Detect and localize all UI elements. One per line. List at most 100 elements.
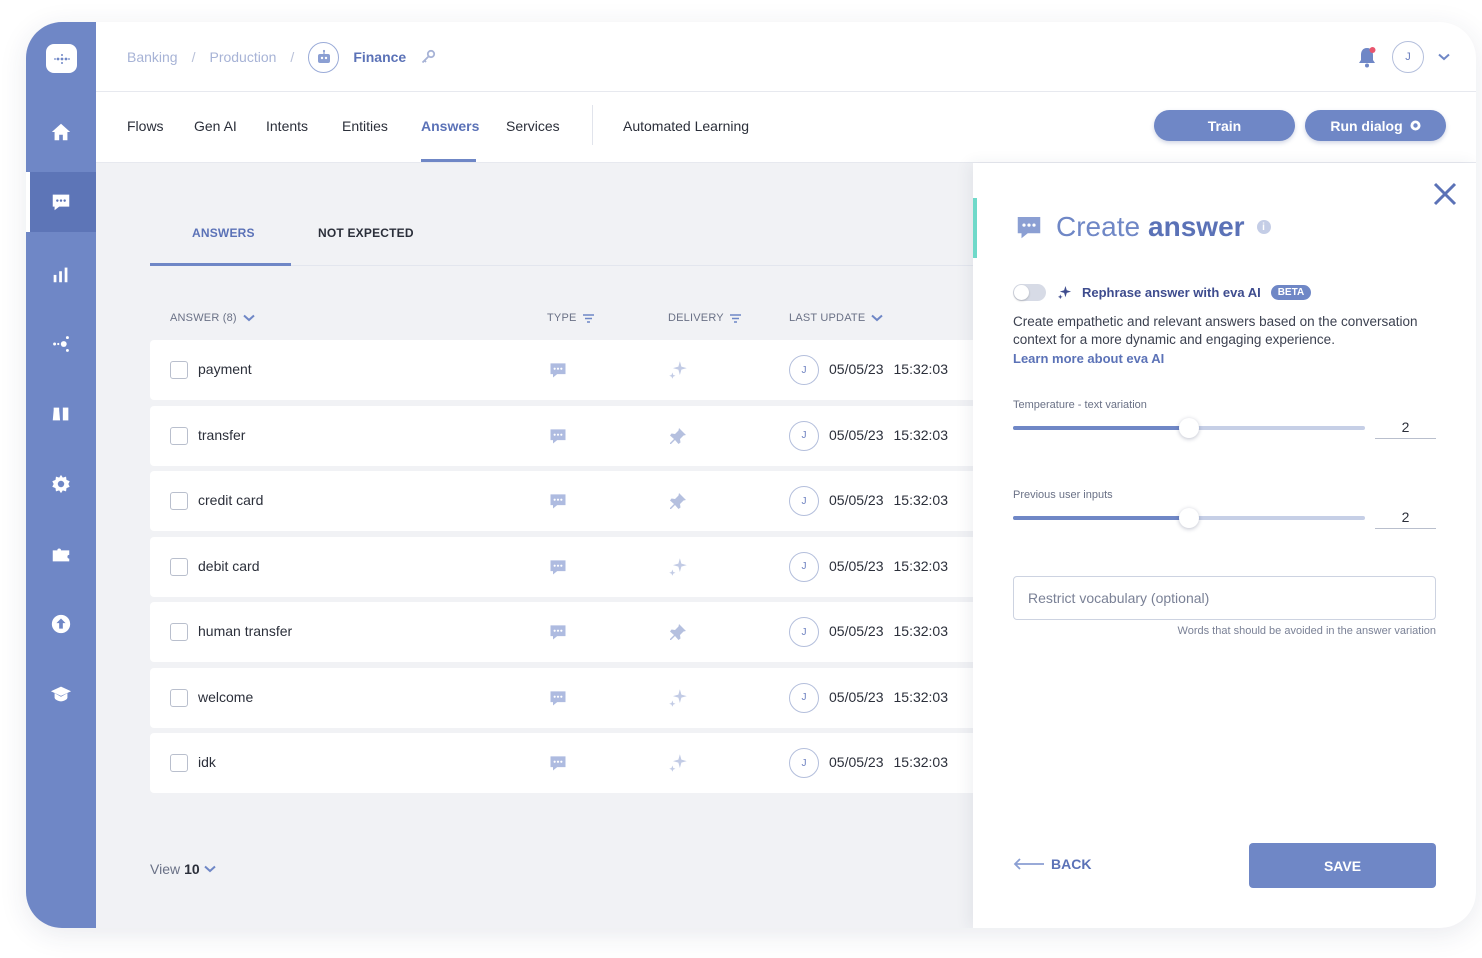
answer-name[interactable]: debit card bbox=[198, 558, 259, 574]
row-checkbox[interactable] bbox=[170, 426, 188, 445]
tab-flows[interactable]: Flows bbox=[127, 118, 164, 134]
temperature-slider[interactable] bbox=[1013, 418, 1365, 438]
row-checkbox[interactable] bbox=[170, 688, 188, 707]
row-time: 15:32:03 bbox=[893, 623, 949, 639]
table-row[interactable]: payment J 05/05/23 15:32:03 bbox=[150, 340, 973, 400]
tab-entities[interactable]: Entities bbox=[342, 118, 388, 134]
table-row[interactable]: human transfer J 05/05/23 15:32:03 bbox=[150, 602, 973, 662]
answer-name[interactable]: transfer bbox=[198, 427, 245, 443]
sparkle-icon bbox=[668, 557, 688, 582]
table-row[interactable]: credit card J 05/05/23 15:32:03 bbox=[150, 471, 973, 531]
temperature-slider-fill bbox=[1013, 426, 1189, 430]
save-button[interactable]: SAVE bbox=[1249, 843, 1436, 888]
header-answer[interactable]: ANSWER (8) bbox=[170, 312, 255, 324]
row-checkbox[interactable] bbox=[170, 492, 188, 510]
pin-icon bbox=[668, 491, 688, 516]
tab-answers[interactable]: Answers bbox=[421, 118, 479, 134]
user-avatar[interactable]: J bbox=[1392, 41, 1424, 73]
gear-icon bbox=[52, 474, 70, 494]
close-icon[interactable] bbox=[1431, 180, 1459, 208]
chevron-down-icon[interactable] bbox=[1438, 53, 1450, 61]
subtab-not-expected[interactable]: NOT EXPECTED bbox=[318, 226, 414, 240]
sidebar-item-connections[interactable] bbox=[26, 314, 96, 374]
active-subtab-indicator bbox=[150, 263, 291, 266]
sparkle-icon bbox=[668, 753, 688, 778]
bell-icon[interactable] bbox=[1356, 45, 1378, 69]
answer-name[interactable]: credit card bbox=[198, 492, 263, 508]
sidebar-item-chat[interactable] bbox=[26, 172, 96, 232]
row-date: 05/05/23 bbox=[829, 754, 884, 770]
rephrase-toggle[interactable] bbox=[1013, 284, 1046, 301]
back-button[interactable]: BACK bbox=[1013, 856, 1091, 872]
row-time: 15:32:03 bbox=[893, 426, 949, 443]
row-time: 15:32:03 bbox=[893, 361, 949, 377]
active-tab-indicator bbox=[421, 159, 476, 162]
answer-name[interactable]: human transfer bbox=[198, 623, 292, 639]
breadcrumb-banking[interactable]: Banking bbox=[127, 49, 178, 65]
header-answer-label: ANSWER (8) bbox=[170, 312, 237, 324]
answer-name[interactable]: payment bbox=[198, 361, 252, 377]
answer-name[interactable]: welcome bbox=[198, 689, 253, 705]
sidebar-item-publish[interactable] bbox=[26, 594, 96, 654]
upload-icon bbox=[51, 614, 71, 634]
graduation-cap-icon bbox=[50, 686, 72, 702]
restrict-vocabulary-input[interactable] bbox=[1013, 576, 1436, 620]
previous-inputs-value[interactable]: 2 bbox=[1375, 509, 1436, 529]
breadcrumb-separator: / bbox=[290, 49, 295, 65]
table-row[interactable]: welcome J 05/05/23 15:32:03 bbox=[150, 667, 973, 728]
row-last-update: 05/05/23 15:32:03 bbox=[829, 558, 948, 574]
tab-gen-ai[interactable]: Gen AI bbox=[194, 118, 237, 134]
breadcrumb-finance[interactable]: Finance bbox=[353, 49, 406, 65]
share-nodes-icon bbox=[53, 336, 69, 352]
row-checkbox[interactable] bbox=[170, 557, 188, 576]
learn-more-link[interactable]: Learn more about eva AI bbox=[1013, 351, 1164, 366]
header-delivery[interactable]: DELIVERY bbox=[668, 312, 741, 324]
sidebar-item-integrations[interactable] bbox=[26, 524, 96, 584]
sidebar-item-tests[interactable] bbox=[26, 384, 96, 444]
temperature-value[interactable]: 2 bbox=[1375, 419, 1436, 439]
previous-inputs-slider-fill bbox=[1013, 516, 1189, 520]
row-user-avatar: J bbox=[789, 682, 819, 713]
app-window: Banking / Production / Finance J Flows G… bbox=[26, 22, 1476, 928]
answers-list-area: ANSWERS NOT EXPECTED ANSWER (8) TYPE DEL… bbox=[96, 163, 973, 928]
run-dialog-button[interactable]: Run dialog bbox=[1305, 110, 1446, 141]
page-size-selector[interactable]: View 10 bbox=[150, 861, 216, 877]
row-checkbox[interactable] bbox=[170, 361, 188, 379]
breadcrumb-separator: / bbox=[191, 49, 196, 65]
row-user-avatar: J bbox=[789, 355, 819, 385]
sidebar-item-home[interactable] bbox=[26, 102, 96, 162]
answer-name[interactable]: idk bbox=[198, 754, 216, 770]
row-checkbox[interactable] bbox=[170, 623, 188, 641]
temperature-slider-thumb[interactable] bbox=[1179, 418, 1199, 438]
breadcrumb-production[interactable]: Production bbox=[209, 49, 276, 65]
previous-inputs-slider[interactable] bbox=[1013, 508, 1365, 528]
arrow-left-icon bbox=[1013, 858, 1044, 870]
app-logo[interactable] bbox=[46, 44, 77, 73]
row-user-avatar: J bbox=[789, 420, 819, 451]
sparkle-icon bbox=[668, 360, 688, 385]
breadcrumb: Banking / Production / Finance bbox=[127, 41, 436, 73]
key-icon[interactable] bbox=[420, 49, 436, 65]
view-label: View bbox=[150, 861, 181, 877]
header-last-update[interactable]: LAST UPDATE bbox=[789, 312, 884, 324]
sidebar-item-settings[interactable] bbox=[26, 454, 96, 514]
previous-inputs-slider-thumb[interactable] bbox=[1179, 508, 1199, 528]
info-glyph: i bbox=[1262, 221, 1265, 233]
subtab-answers[interactable]: ANSWERS bbox=[192, 226, 255, 240]
tab-intents[interactable]: Intents bbox=[266, 118, 308, 134]
tab-services[interactable]: Services bbox=[506, 118, 560, 134]
sidebar-item-learning[interactable] bbox=[26, 664, 96, 724]
header-type[interactable]: TYPE bbox=[547, 312, 594, 324]
row-date: 05/05/23 bbox=[829, 557, 884, 574]
tab-automated-learning[interactable]: Automated Learning bbox=[623, 118, 749, 134]
row-user-avatar: J bbox=[789, 486, 819, 516]
table-row[interactable]: idk J 05/05/23 15:32:03 bbox=[150, 733, 973, 793]
vocab-hint: Words that should be avoided in the answ… bbox=[1177, 625, 1436, 637]
sidebar-item-analytics[interactable] bbox=[26, 244, 96, 304]
info-icon[interactable]: i bbox=[1256, 220, 1271, 234]
table-row[interactable]: debit card J 05/05/23 15:32:03 bbox=[150, 536, 973, 597]
train-button[interactable]: Train bbox=[1154, 110, 1295, 141]
table-row[interactable]: transfer J 05/05/23 15:32:03 bbox=[150, 405, 973, 466]
view-count: 10 bbox=[184, 861, 200, 877]
row-checkbox[interactable] bbox=[170, 754, 188, 772]
